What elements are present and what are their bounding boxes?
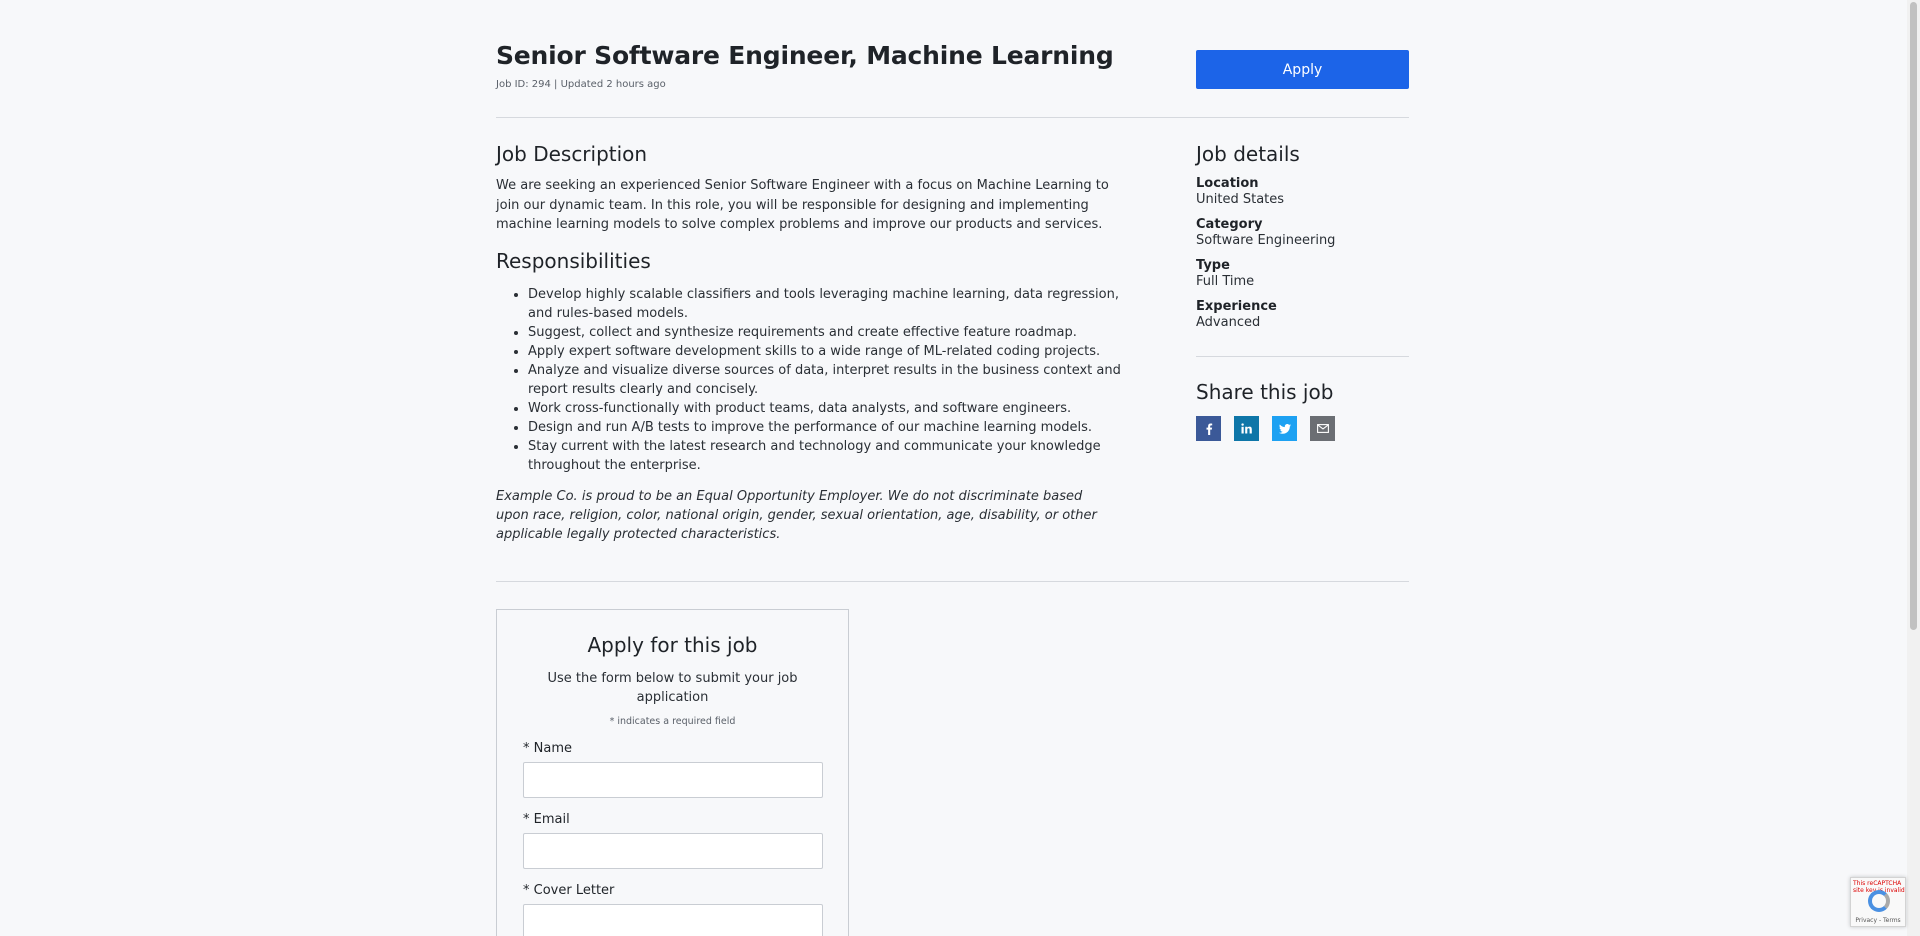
facebook-icon[interactable]: [1196, 416, 1221, 441]
required-note: * indicates a required field: [609, 716, 736, 727]
name-label: * Name: [523, 741, 572, 756]
responsibilities-list: Develop highly scalable classifiers and …: [496, 285, 1136, 475]
detail-label-category: Category: [1196, 217, 1263, 232]
responsibility-item: Stay current with the latest research an…: [528, 437, 1136, 475]
application-form: Apply for this job Use the form below to…: [496, 609, 849, 936]
form-title: Apply for this job: [587, 633, 758, 657]
detail-label-location: Location: [1196, 176, 1259, 191]
cover-letter-field[interactable]: [523, 904, 823, 936]
detail-value-location: United States: [1196, 192, 1285, 207]
description-column: Job Description We are seeking an experi…: [496, 142, 1136, 544]
job-details: Job details Location United States Categ…: [1196, 142, 1409, 357]
email-icon[interactable]: [1310, 416, 1335, 441]
job-title: Senior Software Engineer, Machine Learni…: [496, 41, 1114, 70]
responsibility-item: Suggest, collect and synthesize requirem…: [528, 323, 1136, 342]
recaptcha-badge[interactable]: This reCAPTCHA site key is invalid Priva…: [1850, 877, 1906, 927]
email-field[interactable]: [523, 833, 823, 869]
responsibilities-heading: Responsibilities: [496, 248, 651, 273]
recaptcha-links[interactable]: Privacy - Terms: [1851, 917, 1905, 924]
eeo-statement: Example Co. is proud to be an Equal Oppo…: [496, 488, 1097, 542]
detail-label-type: Type: [1196, 258, 1230, 273]
job-header: Senior Software Engineer, Machine Learni…: [496, 0, 1409, 118]
detail-value-category: Software Engineering: [1196, 233, 1336, 248]
details-column: Job details Location United States Categ…: [1196, 142, 1409, 441]
responsibility-item: Develop highly scalable classifiers and …: [528, 285, 1136, 323]
responsibility-item: Design and run A/B tests to improve the …: [528, 418, 1136, 437]
email-label: * Email: [523, 812, 570, 827]
form-subtitle: Use the form below to submit your job ap…: [547, 671, 798, 705]
linkedin-icon[interactable]: [1234, 416, 1259, 441]
name-field[interactable]: [523, 762, 823, 798]
responsibility-item: Analyze and visualize diverse sources of…: [528, 361, 1136, 399]
description-heading: Job Description: [496, 142, 648, 166]
twitter-icon[interactable]: [1272, 416, 1297, 441]
page-scrollbar[interactable]: [1907, 0, 1920, 936]
detail-label-experience: Experience: [1196, 299, 1277, 314]
job-main: Job Description We are seeking an experi…: [496, 118, 1409, 582]
responsibility-item: Apply expert software development skills…: [528, 342, 1136, 361]
scrollbar-thumb[interactable]: [1910, 2, 1917, 630]
job-page: Senior Software Engineer, Machine Learni…: [496, 0, 1409, 582]
details-heading: Job details: [1196, 142, 1300, 166]
job-meta: Job ID: 294 | Updated 2 hours ago: [496, 79, 666, 90]
share-buttons: [1196, 416, 1409, 441]
recaptcha-icon: [1868, 890, 1890, 912]
detail-value-experience: Advanced: [1196, 315, 1261, 330]
detail-value-type: Full Time: [1196, 274, 1255, 289]
description-text: We are seeking an experienced Senior Sof…: [496, 178, 1109, 232]
apply-button[interactable]: Apply: [1196, 50, 1409, 89]
share-heading: Share this job: [1196, 380, 1334, 404]
responsibility-item: Work cross-functionally with product tea…: [528, 399, 1136, 418]
cover-letter-label: * Cover Letter: [523, 883, 615, 898]
